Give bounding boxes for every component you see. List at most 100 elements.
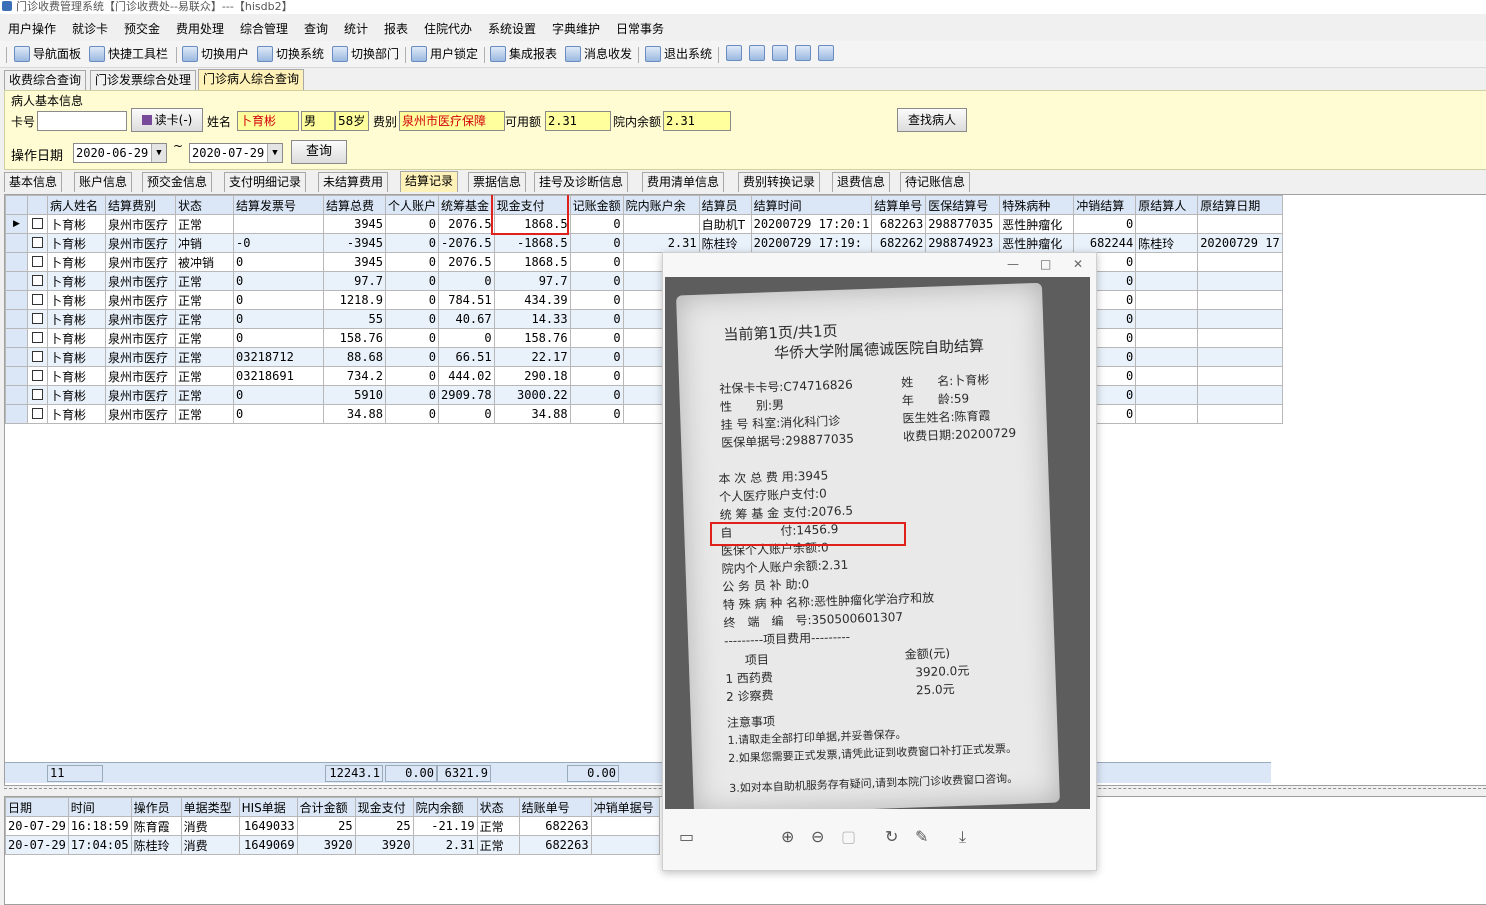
column-header[interactable]: 特殊病种 xyxy=(999,195,1075,215)
query-button[interactable]: 查询 xyxy=(291,140,347,164)
check-tool-button[interactable] xyxy=(772,45,791,61)
column-header[interactable]: 合计金额 xyxy=(296,797,356,817)
tab-fee-query[interactable]: 收费综合查询 xyxy=(4,70,87,90)
column-header[interactable]: 记账金额 xyxy=(569,195,624,215)
row-checkbox[interactable] xyxy=(32,332,43,343)
menu-daily[interactable]: 日常事务 xyxy=(616,20,664,37)
row-checkbox[interactable] xyxy=(32,275,43,286)
tab-fee-type-change[interactable]: 费别转换记录 xyxy=(738,172,821,192)
tab-invoice-process[interactable]: 门诊发票综合处理 xyxy=(90,70,197,90)
menu-settings[interactable]: 系统设置 xyxy=(488,20,536,37)
menu-reports[interactable]: 报表 xyxy=(384,20,408,37)
message-button[interactable]: 消息收发 xyxy=(565,45,632,62)
edit-tool-button[interactable] xyxy=(726,45,745,61)
menu-integrated[interactable]: 综合管理 xyxy=(240,20,288,37)
table-row[interactable]: 20-07-29 16:18:59 陈育霞 消费 1649033 25 25 -21.19 正常… xyxy=(5,816,660,836)
row-checkbox[interactable] xyxy=(32,237,43,248)
tab-fee-list[interactable]: 费用清单信息 xyxy=(642,172,725,192)
column-header[interactable]: 现金支付 xyxy=(354,797,414,817)
column-header[interactable]: 结算发票号 xyxy=(233,195,324,215)
tab-invoice[interactable]: 票据信息 xyxy=(468,172,527,192)
tool-button-5[interactable] xyxy=(818,45,837,61)
column-header[interactable]: 结账单号 xyxy=(518,797,592,817)
row-checkbox[interactable] xyxy=(32,408,43,419)
column-header[interactable]: 医保结算号 xyxy=(925,195,1001,215)
table-row[interactable]: 卜育彬 泉州市医疗 冲销 -0 -3945 0 -2076.5 -1868.5 0 2.31 陈桂玲… xyxy=(5,233,1283,253)
tab-unsettled[interactable]: 未结算费用 xyxy=(318,172,389,192)
column-header[interactable]: 结算时间 xyxy=(750,195,873,215)
tab-refund[interactable]: 退费信息 xyxy=(832,172,891,192)
column-header[interactable]: 冲销单据号 xyxy=(590,797,660,817)
read-card-button[interactable]: 读卡(-) xyxy=(131,108,203,132)
actual-size-icon[interactable]: ▢ xyxy=(841,827,856,846)
tab-settlement[interactable]: 结算记录 xyxy=(400,171,459,192)
column-header[interactable]: 统筹基金 xyxy=(438,195,495,215)
switch-user-button[interactable]: 切换用户 xyxy=(182,45,249,62)
column-header[interactable]: HIS单据 xyxy=(238,797,298,817)
tool-button-4[interactable] xyxy=(795,45,814,61)
switch-system-button[interactable]: 切换系统 xyxy=(257,45,324,62)
tab-payment-detail[interactable]: 支付明细记录 xyxy=(224,172,307,192)
menu-fee-process[interactable]: 费用处理 xyxy=(176,20,224,37)
row-checkbox[interactable] xyxy=(32,256,43,267)
row-checkbox[interactable] xyxy=(32,313,43,324)
nav-panel-button[interactable]: 导航面板 xyxy=(14,45,81,62)
menu-prepay[interactable]: 预交金 xyxy=(124,20,160,37)
row-checkbox[interactable] xyxy=(32,351,43,362)
menu-dictionary[interactable]: 字典维护 xyxy=(552,20,600,37)
zoom-out-icon[interactable]: ⊖ xyxy=(811,827,824,846)
column-header[interactable]: 结算费别 xyxy=(105,195,176,215)
column-header[interactable]: 个人账户 xyxy=(384,195,440,215)
menu-inpatient-proxy[interactable]: 住院代办 xyxy=(424,20,472,37)
find-patient-button[interactable]: 查找病人 xyxy=(897,108,967,132)
tab-prepay[interactable]: 预交金信息 xyxy=(142,172,213,192)
row-checkbox[interactable] xyxy=(32,389,43,400)
column-header[interactable]: 结算总费 xyxy=(323,195,386,215)
column-header[interactable]: 病人姓名 xyxy=(47,195,106,215)
column-header[interactable]: 院内余额 xyxy=(412,797,478,817)
column-header[interactable]: 院内账户余 xyxy=(622,195,700,215)
maximize-icon[interactable]: □ xyxy=(1040,257,1051,271)
quick-toolbar-button[interactable]: 快捷工具栏 xyxy=(89,45,168,62)
tab-account[interactable]: 账户信息 xyxy=(74,172,133,192)
date-from-select[interactable]: 2020-06-29 ▼ xyxy=(73,143,167,163)
zoom-in-icon[interactable]: ⊕ xyxy=(781,827,794,846)
column-header[interactable]: 单据类型 xyxy=(180,797,240,817)
rotate-icon[interactable]: ↻ xyxy=(885,827,898,846)
column-header[interactable]: 冲销结算 xyxy=(1073,195,1137,215)
switch-dept-button[interactable]: 切换部门 xyxy=(332,45,399,62)
download-icon[interactable]: ⤓ xyxy=(959,827,966,847)
tool-button-2[interactable] xyxy=(749,45,768,61)
user-lock-button[interactable]: 用户锁定 xyxy=(411,45,478,62)
table-row[interactable]: ▶ 卜育彬 泉州市医疗 正常 3945 0 2076.5 1868.5 0 自助机T 2020072… xyxy=(5,214,1283,234)
menu-user-ops[interactable]: 用户操作 xyxy=(8,20,56,37)
column-header[interactable]: 日期 xyxy=(5,797,69,817)
column-header[interactable]: 操作员 xyxy=(130,797,182,817)
tab-basic[interactable]: 基本信息 xyxy=(4,172,63,192)
thumbnail-icon[interactable]: ▭ xyxy=(679,827,694,846)
row-checkbox[interactable] xyxy=(32,218,43,229)
column-header[interactable]: 结算员 xyxy=(698,195,752,215)
integrated-report-button[interactable]: 集成报表 xyxy=(490,45,557,62)
card-input[interactable] xyxy=(37,111,127,131)
exit-system-button[interactable]: 退出系统 xyxy=(645,45,712,62)
column-header[interactable]: 结算单号 xyxy=(871,195,927,215)
tab-patient-query[interactable]: 门诊病人综合查询 xyxy=(198,69,305,90)
column-header[interactable]: 原结算日期 xyxy=(1197,195,1283,215)
minimize-icon[interactable]: — xyxy=(1007,257,1019,271)
row-checkbox[interactable] xyxy=(32,294,43,305)
column-header[interactable]: 状态 xyxy=(175,195,234,215)
edit-icon[interactable]: ✎ xyxy=(915,827,928,846)
row-checkbox[interactable] xyxy=(32,370,43,381)
table-row[interactable]: 20-07-29 17:04:05 陈桂玲 消费 1649069 3920 3920 2.31… xyxy=(5,835,660,855)
column-header[interactable]: 时间 xyxy=(67,797,132,817)
date-to-select[interactable]: 2020-07-29 ▼ xyxy=(189,143,283,163)
close-icon[interactable]: ✕ xyxy=(1073,257,1083,271)
tab-pending[interactable]: 待记账信息 xyxy=(900,172,971,192)
tab-registration[interactable]: 挂号及诊断信息 xyxy=(534,172,629,192)
column-header[interactable]: 原结算人 xyxy=(1135,195,1199,215)
menu-visit-card[interactable]: 就诊卡 xyxy=(72,20,108,37)
column-header[interactable]: 状态 xyxy=(476,797,520,817)
menu-statistics[interactable]: 统计 xyxy=(344,20,368,37)
menu-query[interactable]: 查询 xyxy=(304,20,328,37)
